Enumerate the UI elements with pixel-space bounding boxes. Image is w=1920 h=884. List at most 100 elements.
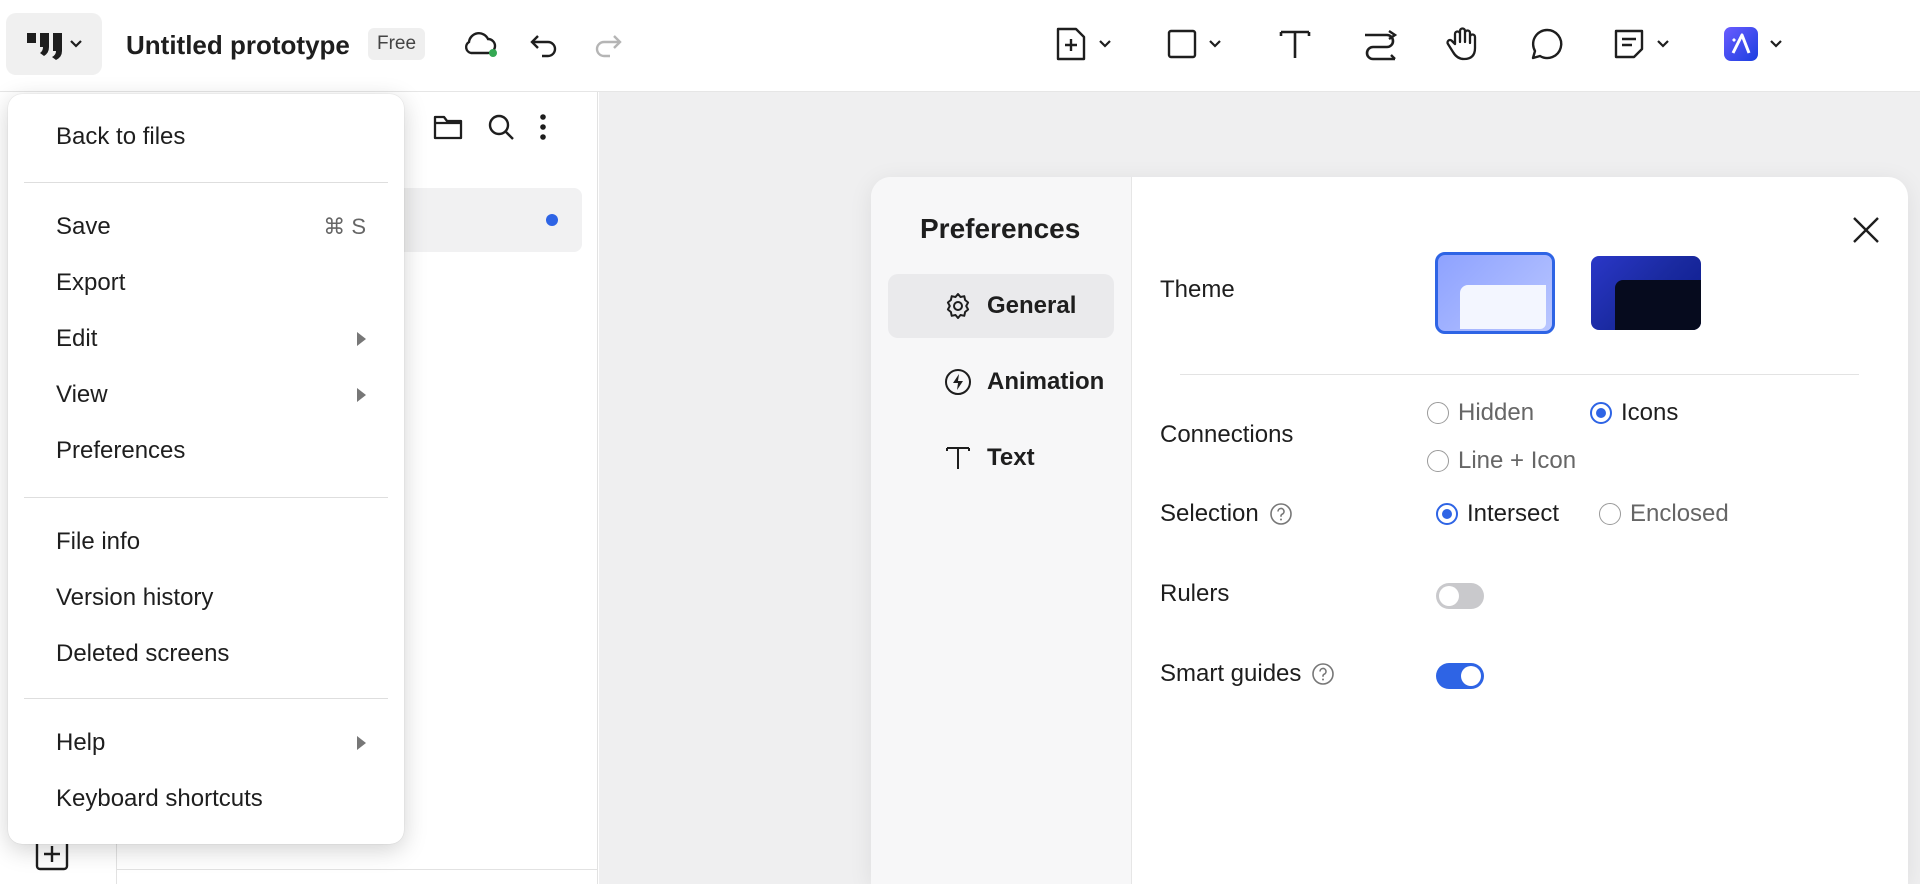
ai-icon — [1724, 27, 1758, 61]
submenu-arrow-icon — [357, 332, 366, 346]
add-screen-tool[interactable] — [1054, 22, 1112, 66]
tab-text-label: Text — [987, 444, 1035, 471]
hand-icon — [1446, 27, 1477, 61]
more-options-icon[interactable] — [538, 112, 548, 142]
undo-icon — [530, 35, 557, 58]
menu-item-label: Edit — [56, 325, 98, 352]
menu-item-label: Back to files — [56, 123, 186, 150]
selection-label: Selection — [1160, 500, 1293, 528]
menu-item-help[interactable]: Help — [56, 723, 376, 763]
preferences-nav: Preferences General Animation Text — [871, 177, 1132, 884]
connector-tool[interactable] — [1362, 22, 1398, 66]
shape-tool[interactable] — [1166, 22, 1222, 66]
redo-icon — [595, 35, 622, 58]
search-icon[interactable] — [486, 112, 516, 142]
smart-guides-toggle[interactable] — [1436, 663, 1484, 689]
menu-item-label: Preferences — [56, 437, 186, 464]
menu-item-keyboard-shortcuts[interactable]: Keyboard shortcuts — [56, 779, 376, 819]
cloud-sync-button[interactable] — [462, 22, 500, 66]
menu-item-save[interactable]: Save ⌘ S — [56, 207, 376, 247]
unsaved-indicator-dot — [546, 214, 558, 226]
chevron-down-icon — [1657, 40, 1669, 48]
undo-button[interactable] — [528, 22, 560, 66]
gear-icon — [946, 293, 970, 319]
redo-button[interactable] — [592, 22, 624, 66]
submenu-arrow-icon — [357, 736, 366, 750]
comment-icon — [1531, 28, 1563, 60]
connections-label-text: Connections — [1160, 421, 1294, 448]
theme-dark-option[interactable] — [1591, 256, 1701, 330]
help-circle-icon[interactable] — [1311, 662, 1335, 686]
radio-indicator — [1590, 402, 1612, 424]
menu-item-export[interactable]: Export — [56, 263, 376, 303]
smart-guides-label: Smart guides — [1160, 660, 1335, 688]
menu-separator — [24, 497, 388, 498]
connections-label: Connections — [1160, 421, 1293, 449]
connections-line-icon-radio[interactable]: Line + Icon — [1427, 447, 1576, 475]
tab-text[interactable]: Text — [888, 426, 1114, 490]
smart-guides-label-text: Smart guides — [1160, 660, 1302, 687]
connections-hidden-radio[interactable]: Hidden — [1427, 399, 1534, 427]
menu-item-label: Help — [56, 729, 106, 756]
theme-label: Theme — [1160, 276, 1235, 304]
note-icon — [1614, 29, 1644, 59]
toggle-knob — [1461, 666, 1481, 686]
theme-light-option[interactable] — [1435, 252, 1555, 334]
preferences-dialog: Preferences General Animation Text Theme… — [871, 177, 1908, 884]
rulers-label: Rulers — [1160, 580, 1229, 608]
top-toolbar: Untitled prototype Free — [0, 0, 1920, 92]
menu-item-edit[interactable]: Edit — [56, 319, 376, 359]
comment-tool[interactable] — [1530, 22, 1564, 66]
rulers-toggle[interactable] — [1436, 583, 1484, 609]
tab-general-label: General — [987, 292, 1077, 319]
main-menu-button[interactable] — [6, 13, 102, 75]
theme-dark-preview — [1615, 280, 1701, 330]
document-title[interactable]: Untitled prototype — [126, 30, 350, 61]
radio-indicator — [1436, 503, 1458, 525]
menu-item-label: File info — [56, 528, 141, 555]
tab-general[interactable]: General — [888, 274, 1114, 338]
sidebar-divider — [116, 869, 598, 870]
menu-item-label: View — [56, 381, 108, 408]
connections-icons-radio[interactable]: Icons — [1590, 399, 1678, 427]
preferences-title: Preferences — [920, 213, 1081, 244]
lightning-icon — [945, 369, 971, 395]
main-menu-dropdown: Back to files Save ⌘ S Export Edit View … — [8, 94, 404, 844]
selection-intersect-radio[interactable]: Intersect — [1436, 500, 1559, 528]
ai-assistant-tool[interactable] — [1723, 22, 1783, 66]
menu-item-file-info[interactable]: File info — [56, 522, 376, 562]
text-tool[interactable] — [1278, 22, 1312, 66]
menu-item-label: Deleted screens — [56, 640, 230, 667]
folder-icon[interactable] — [432, 113, 464, 141]
selection-enclosed-radio[interactable]: Enclosed — [1599, 500, 1729, 528]
tab-animation-label: Animation — [987, 368, 1105, 395]
note-tool[interactable] — [1612, 22, 1670, 66]
menu-item-back-to-files[interactable]: Back to files — [56, 117, 376, 157]
plan-badge: Free — [368, 28, 426, 60]
theme-light-preview — [1460, 285, 1546, 329]
text-tool-icon — [1279, 30, 1311, 58]
menu-item-view[interactable]: View — [56, 375, 376, 415]
chevron-down-icon — [1209, 40, 1221, 48]
menu-item-version-history[interactable]: Version history — [56, 578, 376, 618]
tab-animation[interactable]: Animation — [888, 350, 1114, 414]
chevron-down-icon — [1099, 40, 1111, 48]
rulers-label-text: Rulers — [1160, 580, 1230, 607]
menu-item-deleted-screens[interactable]: Deleted screens — [56, 634, 376, 674]
sidebar-header-actions — [432, 112, 548, 142]
section-divider — [1180, 374, 1859, 375]
menu-item-label: Save — [56, 213, 111, 240]
menu-item-label: Keyboard shortcuts — [56, 785, 263, 812]
menu-item-label: Version history — [56, 584, 214, 611]
hand-tool[interactable] — [1445, 22, 1481, 66]
radio-label: Intersect — [1467, 500, 1560, 527]
close-icon[interactable] — [1849, 213, 1883, 247]
help-circle-icon[interactable] — [1269, 502, 1293, 526]
radio-label: Line + Icon — [1458, 447, 1577, 474]
radio-indicator — [1427, 450, 1449, 472]
cloud-sync-icon — [464, 32, 497, 57]
toggle-knob — [1439, 586, 1459, 606]
menu-item-preferences[interactable]: Preferences — [56, 431, 376, 471]
connector-icon — [1365, 30, 1398, 61]
radio-label: Enclosed — [1630, 500, 1729, 527]
